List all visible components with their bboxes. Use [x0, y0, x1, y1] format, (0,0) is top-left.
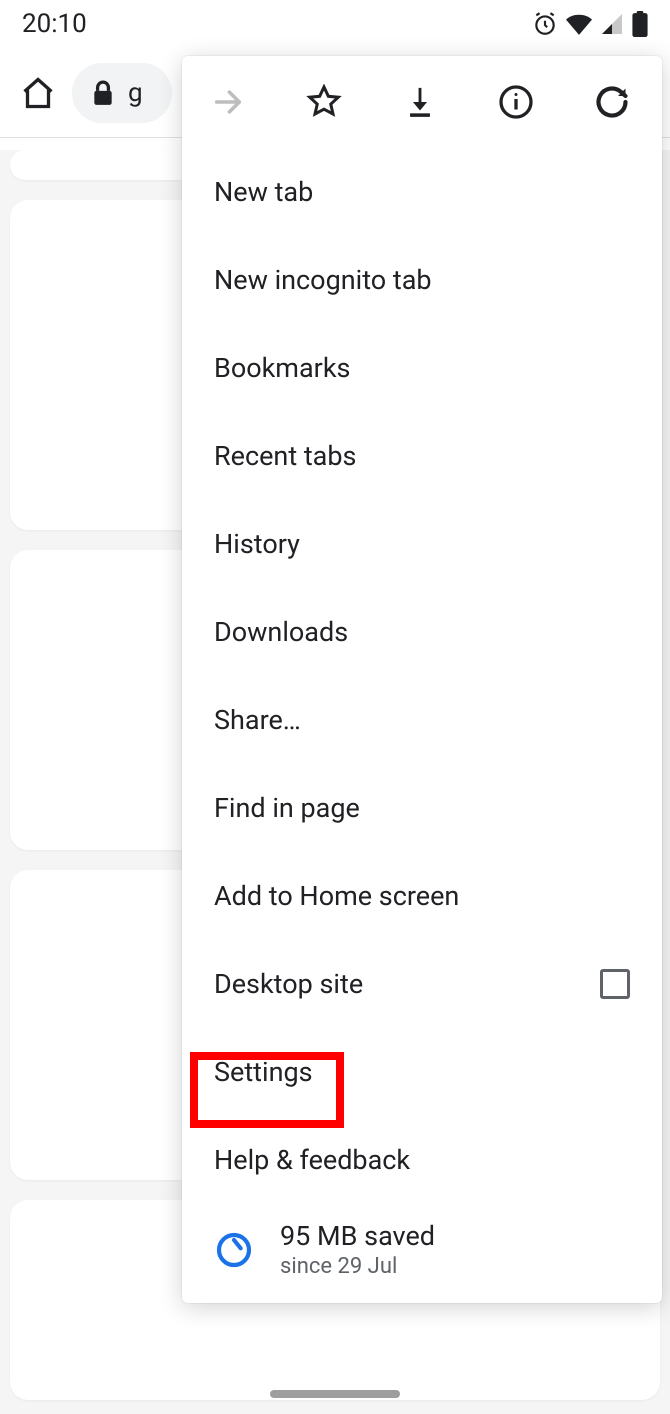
menu-item-label: Desktop site: [214, 968, 600, 1000]
menu-item-label: Find in page: [214, 792, 630, 824]
info-button[interactable]: [494, 80, 538, 124]
desktop-site-checkbox[interactable]: [600, 969, 630, 999]
data-saver-text: 95 MB saved since 29 Jul: [280, 1220, 435, 1279]
menu-item-share[interactable]: Share…: [182, 676, 662, 764]
alarm-icon: [532, 11, 558, 37]
menu-item-new-incognito-tab[interactable]: New incognito tab: [182, 236, 662, 324]
address-bar[interactable]: g: [72, 63, 172, 123]
nav-handle[interactable]: [270, 1390, 400, 1398]
data-saver-icon: [214, 1230, 254, 1270]
address-text: g: [128, 78, 143, 108]
menu-item-label: Bookmarks: [214, 352, 630, 384]
lock-icon: [92, 80, 114, 106]
bookmark-button[interactable]: [302, 80, 346, 124]
overflow-menu: New tab New incognito tab Bookmarks Rece…: [182, 56, 662, 1303]
menu-item-history[interactable]: History: [182, 500, 662, 588]
menu-item-recent-tabs[interactable]: Recent tabs: [182, 412, 662, 500]
wifi-icon: [566, 12, 592, 36]
home-button[interactable]: [20, 75, 56, 111]
menu-item-label: Help & feedback: [214, 1144, 630, 1176]
battery-icon: [632, 11, 648, 37]
forward-button[interactable]: [206, 80, 250, 124]
menu-item-help-feedback[interactable]: Help & feedback: [182, 1116, 662, 1204]
data-saver-amount: 95 MB saved: [280, 1220, 435, 1252]
menu-item-label: Add to Home screen: [214, 880, 630, 912]
status-bar: 20:10: [0, 0, 670, 48]
status-icons: [532, 11, 648, 37]
menu-item-label: New incognito tab: [214, 264, 630, 296]
menu-item-data-saver[interactable]: 95 MB saved since 29 Jul: [182, 1204, 662, 1287]
data-saver-since: since 29 Jul: [280, 1254, 435, 1279]
menu-item-label: Share…: [214, 704, 630, 736]
menu-item-desktop-site[interactable]: Desktop site: [182, 940, 662, 1028]
menu-icon-row: [182, 56, 662, 148]
menu-item-new-tab[interactable]: New tab: [182, 148, 662, 236]
menu-item-label: Settings: [214, 1056, 630, 1088]
menu-item-label: Downloads: [214, 616, 630, 648]
menu-item-label: Recent tabs: [214, 440, 630, 472]
menu-item-find-in-page[interactable]: Find in page: [182, 764, 662, 852]
status-time: 20:10: [22, 9, 87, 39]
menu-item-label: New tab: [214, 176, 630, 208]
menu-item-settings[interactable]: Settings: [182, 1028, 662, 1116]
signal-icon: [600, 12, 624, 36]
reload-button[interactable]: [590, 80, 634, 124]
download-button[interactable]: [398, 80, 442, 124]
menu-item-add-to-home-screen[interactable]: Add to Home screen: [182, 852, 662, 940]
menu-item-bookmarks[interactable]: Bookmarks: [182, 324, 662, 412]
menu-item-downloads[interactable]: Downloads: [182, 588, 662, 676]
menu-item-label: History: [214, 528, 630, 560]
